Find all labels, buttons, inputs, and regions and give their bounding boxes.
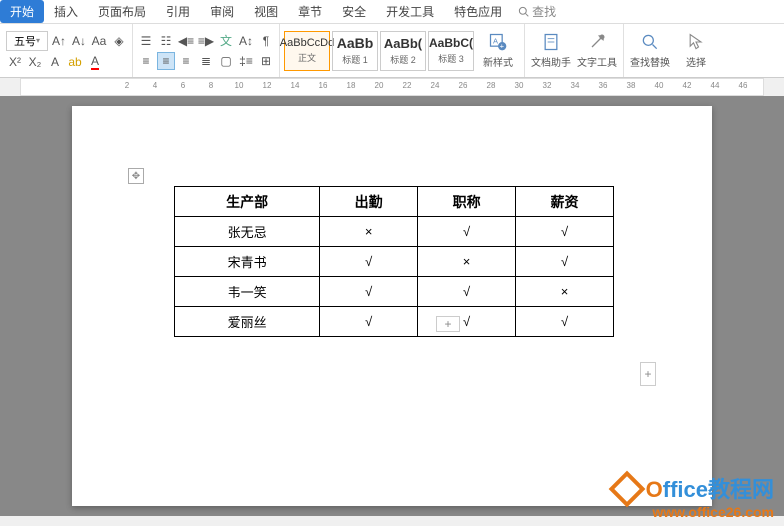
bullets-button[interactable]: ☰ xyxy=(137,32,155,50)
increase-indent-button[interactable]: ≡▶ xyxy=(197,32,215,50)
tab-insert[interactable]: 插入 xyxy=(44,0,88,23)
table-add-row-button[interactable]: + xyxy=(436,316,460,332)
text-direction-button[interactable]: 文 xyxy=(217,32,235,50)
table-row[interactable]: 宋青书 √ × √ xyxy=(175,247,614,277)
text-tool-button[interactable]: 文字工具 xyxy=(575,32,619,69)
tools-group: 文档助手 文字工具 xyxy=(525,24,624,77)
header-cell[interactable]: 生产部 xyxy=(175,187,320,217)
tab-reference[interactable]: 引用 xyxy=(156,0,200,23)
table-add-column-button[interactable]: + xyxy=(640,362,656,386)
header-cell[interactable]: 薪资 xyxy=(516,187,614,217)
table-cell[interactable]: √ xyxy=(516,247,614,277)
borders-button[interactable]: ⊞ xyxy=(257,52,275,70)
table-cell[interactable]: 张无忌 xyxy=(175,217,320,247)
table-cell[interactable]: √ xyxy=(418,217,516,247)
tab-chapter[interactable]: 章节 xyxy=(288,0,332,23)
select-icon xyxy=(686,32,706,52)
table-row[interactable]: 爱丽丝 √ √ √ xyxy=(175,307,614,337)
new-style-button[interactable]: A+ 新样式 xyxy=(476,32,520,69)
document-table[interactable]: 生产部 出勤 职称 薪资 张无忌 × √ √ 宋青书 √ × √ 韦一笑 √ √ xyxy=(174,186,614,337)
watermark-icon xyxy=(608,471,645,508)
align-dropdown-button[interactable]: A↕ xyxy=(237,32,255,50)
ruler-marks: 2468101214161820222426283032343638404244… xyxy=(113,81,757,90)
table-cell[interactable]: × xyxy=(516,277,614,307)
tab-review[interactable]: 审阅 xyxy=(200,0,244,23)
svg-text:A: A xyxy=(493,37,498,46)
decrease-indent-button[interactable]: ◀≡ xyxy=(177,32,195,50)
table-move-handle[interactable]: ✥ xyxy=(128,168,144,184)
table-cell[interactable]: 韦一笑 xyxy=(175,277,320,307)
font-scale-button[interactable]: A xyxy=(46,53,64,71)
style-normal[interactable]: AaBbCcDd 正文 xyxy=(284,31,330,71)
search-icon xyxy=(518,6,529,17)
styles-group: AaBbCcDd 正文 AaBb 标题 1 AaBb( 标题 2 AaBbC( … xyxy=(280,24,525,77)
search-box[interactable]: 查找 xyxy=(518,3,556,20)
tab-start[interactable]: 开始 xyxy=(0,0,44,23)
find-group: 查找替换 选择 xyxy=(624,24,722,77)
table-header-row[interactable]: 生产部 出勤 职称 薪资 xyxy=(175,187,614,217)
font-group: 五号 ▾ A↑ A↓ Aa ◈ X² X₂ A ab A xyxy=(2,24,133,77)
table-cell[interactable]: √ xyxy=(418,277,516,307)
align-center-button[interactable]: ≡ xyxy=(157,52,175,70)
decrease-font-button[interactable]: A↓ xyxy=(70,32,88,50)
change-case-button[interactable]: Aa xyxy=(90,32,108,50)
table-row[interactable]: 张无忌 × √ √ xyxy=(175,217,614,247)
shading-button[interactable]: ▢ xyxy=(217,52,235,70)
tab-special[interactable]: 特色应用 xyxy=(444,0,512,23)
style-heading1[interactable]: AaBb 标题 1 xyxy=(332,31,378,71)
table-cell[interactable]: × xyxy=(418,247,516,277)
table-cell[interactable]: √ xyxy=(320,307,418,337)
doc-helper-button[interactable]: 文档助手 xyxy=(529,32,573,69)
superscript-button[interactable]: X² xyxy=(6,53,24,71)
document-page[interactable]: ✥ 生产部 出勤 职称 薪资 张无忌 × √ √ 宋青书 √ × √ 韦一笑 xyxy=(72,106,712,506)
header-cell[interactable]: 出勤 xyxy=(320,187,418,217)
find-replace-icon xyxy=(640,32,660,52)
watermark-text-rest: ffice教程网 xyxy=(663,477,774,502)
table-cell[interactable]: √ xyxy=(320,277,418,307)
table-cell[interactable]: √ xyxy=(516,307,614,337)
ribbon-toolbar: 五号 ▾ A↑ A↓ Aa ◈ X² X₂ A ab A ☰ ☷ ◀≡ ≡▶ 文 xyxy=(0,24,784,78)
document-workspace: ✥ 生产部 出勤 职称 薪资 张无忌 × √ √ 宋青书 √ × √ 韦一笑 xyxy=(0,96,784,516)
table-row[interactable]: 韦一笑 √ √ × xyxy=(175,277,614,307)
horizontal-ruler[interactable]: 2468101214161820222426283032343638404244… xyxy=(20,78,764,96)
paragraph-group: ☰ ☷ ◀≡ ≡▶ 文 A↕ ¶ ≡ ≡ ≡ ≣ ▢ ‡≡ ⊞ xyxy=(133,24,280,77)
tab-devtools[interactable]: 开发工具 xyxy=(376,0,444,23)
table-cell[interactable]: × xyxy=(320,217,418,247)
find-replace-button[interactable]: 查找替换 xyxy=(628,32,672,69)
watermark-url: www.office26.com xyxy=(614,504,774,520)
table-cell[interactable]: √ xyxy=(516,217,614,247)
increase-font-button[interactable]: A↑ xyxy=(50,32,68,50)
tab-layout[interactable]: 页面布局 xyxy=(88,0,156,23)
highlight-button[interactable]: ab xyxy=(66,53,84,71)
font-color-button[interactable]: A xyxy=(86,53,104,71)
table-cell[interactable]: √ xyxy=(320,247,418,277)
menu-tabs: 开始 插入 页面布局 引用 审阅 视图 章节 安全 开发工具 特色应用 查找 xyxy=(0,0,784,24)
table-cell[interactable]: √ xyxy=(418,307,516,337)
style-heading3[interactable]: AaBbC( 标题 3 xyxy=(428,31,474,71)
clear-format-button[interactable]: ◈ xyxy=(110,32,128,50)
svg-text:+: + xyxy=(500,42,505,51)
watermark-text-o: O xyxy=(646,477,663,502)
subscript-button[interactable]: X₂ xyxy=(26,53,44,71)
table-cell[interactable]: 宋青书 xyxy=(175,247,320,277)
watermark: Office教程网 www.office26.com xyxy=(614,472,774,520)
new-style-icon: A+ xyxy=(488,32,508,52)
align-justify-button[interactable]: ≣ xyxy=(197,52,215,70)
align-right-button[interactable]: ≡ xyxy=(177,52,195,70)
numbering-button[interactable]: ☷ xyxy=(157,32,175,50)
search-label: 查找 xyxy=(532,3,556,20)
sort-button[interactable]: ¶ xyxy=(257,32,275,50)
line-spacing-button[interactable]: ‡≡ xyxy=(237,52,255,70)
doc-helper-icon xyxy=(541,32,561,52)
align-left-button[interactable]: ≡ xyxy=(137,52,155,70)
text-tool-icon xyxy=(587,32,607,52)
header-cell[interactable]: 职称 xyxy=(418,187,516,217)
font-size-selector[interactable]: 五号 ▾ xyxy=(6,31,48,51)
style-heading2[interactable]: AaBb( 标题 2 xyxy=(380,31,426,71)
table-cell[interactable]: 爱丽丝 xyxy=(175,307,320,337)
select-button[interactable]: 选择 xyxy=(674,32,718,69)
tab-security[interactable]: 安全 xyxy=(332,0,376,23)
tab-view[interactable]: 视图 xyxy=(244,0,288,23)
